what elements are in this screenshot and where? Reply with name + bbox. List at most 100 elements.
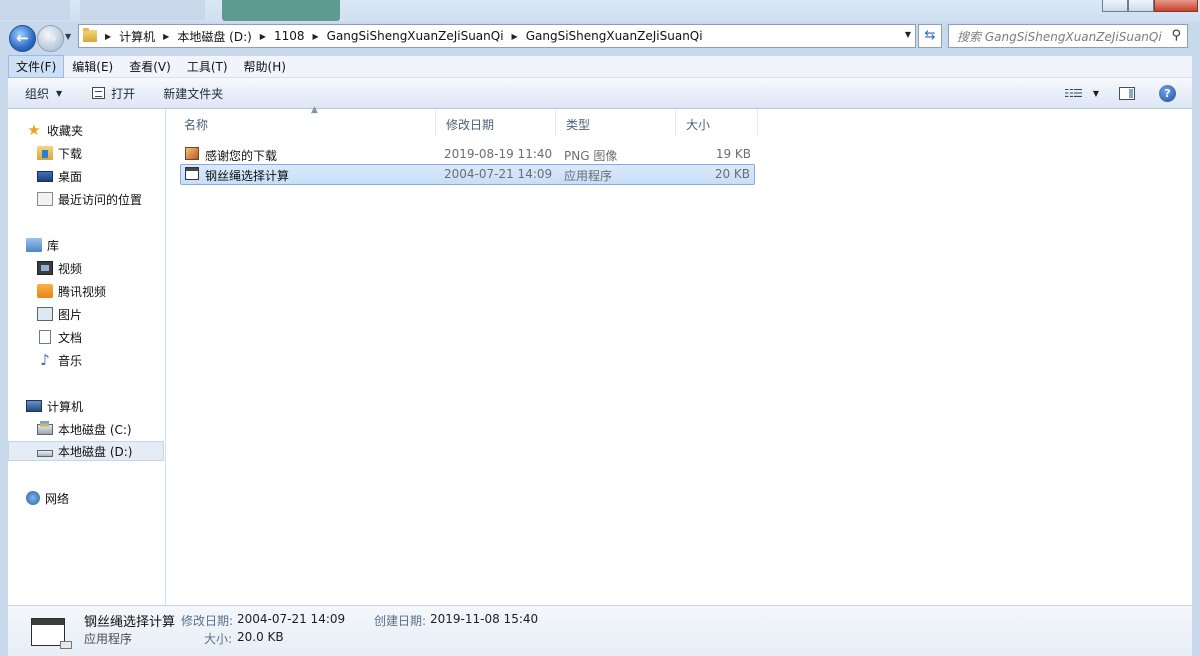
details-file-type: 应用程序	[84, 632, 133, 646]
menu-edit[interactable]: 编辑(E)	[64, 55, 121, 78]
maximize-button[interactable]	[1128, 0, 1154, 12]
sidebar-item-label: 腾讯视频	[58, 284, 107, 299]
star-icon: ★	[27, 121, 41, 139]
sidebar-item-label: 文档	[58, 330, 83, 345]
chevron-down-icon[interactable]: ▼	[1093, 89, 1099, 98]
search-box[interactable]: ⚲	[948, 24, 1188, 48]
sidebar-item-label: 图片	[58, 307, 83, 322]
address-bar-row: ← → ▼ ▶ 计算机 ▶ 本地磁盘 (D:) ▶ 1108 ▶ GangSiS…	[0, 22, 1200, 56]
documents-icon	[39, 330, 51, 344]
sidebar-item-downloads[interactable]: 下载	[8, 143, 164, 163]
details-created-label: 创建日期:	[374, 614, 427, 628]
breadcrumb-computer[interactable]: 计算机	[119, 28, 155, 45]
sidebar-item-drive-d[interactable]: 本地磁盘 (D:)	[8, 441, 164, 461]
details-file-name: 钢丝绳选择计算	[84, 615, 176, 630]
open-label: 打开	[111, 86, 136, 101]
breadcrumb-chevron-icon[interactable]: ▶	[163, 32, 169, 41]
close-button[interactable]	[1154, 0, 1198, 12]
taskbar-tab-active	[222, 0, 340, 21]
sidebar-item-favorites[interactable]: ★ 收藏夹	[8, 120, 164, 140]
sidebar-item-libraries[interactable]: 库	[8, 235, 164, 255]
menu-tools[interactable]: 工具(T)	[179, 55, 236, 78]
breadcrumb-chevron-icon[interactable]: ▶	[512, 32, 518, 41]
sidebar-item-drive-c[interactable]: 本地磁盘 (C:)	[8, 419, 164, 439]
sidebar-item-videos[interactable]: 视频	[8, 258, 164, 278]
breadcrumb-folder-1[interactable]: GangSiShengXuanZeJiSuanQi	[327, 29, 504, 43]
help-icon[interactable]: ?	[1159, 84, 1176, 102]
file-date: 2019-08-19 11:40	[444, 147, 553, 161]
application-icon	[185, 167, 199, 180]
sidebar-item-label: 桌面	[58, 169, 83, 184]
open-button[interactable]: 打开	[84, 82, 143, 104]
window-title-bar	[0, 0, 1200, 22]
chevron-down-icon: ▼	[56, 88, 63, 98]
column-header-name[interactable]: 名称 ▲	[174, 105, 436, 137]
back-button[interactable]: ←	[9, 25, 36, 52]
sidebar-item-label: 库	[47, 238, 60, 253]
search-input[interactable]	[957, 28, 1162, 45]
sidebar-item-network[interactable]: 网络	[8, 488, 164, 508]
column-header-type[interactable]: 类型	[556, 109, 676, 137]
details-size-value: 20.0 KB	[237, 630, 284, 644]
new-folder-button[interactable]: 新建文件夹	[155, 82, 231, 104]
column-header-date[interactable]: 修改日期	[436, 109, 556, 137]
column-header-size[interactable]: 大小	[676, 109, 758, 137]
png-image-icon	[185, 147, 199, 160]
pictures-icon	[37, 307, 53, 321]
file-row-selected[interactable]: 钢丝绳选择计算 2004-07-21 14:09 应用程序 20 KB	[180, 164, 755, 185]
file-name: 感谢您的下载	[205, 149, 278, 163]
file-date: 2004-07-21 14:09	[444, 167, 553, 181]
sidebar-item-label: 视频	[58, 261, 83, 276]
address-bar[interactable]: ▶ 计算机 ▶ 本地磁盘 (D:) ▶ 1108 ▶ GangSiShengXu…	[78, 24, 916, 48]
desktop-icon	[37, 170, 53, 182]
column-header-label: 名称	[184, 118, 209, 132]
menu-view[interactable]: 查看(V)	[121, 55, 179, 78]
breadcrumb-chevron-icon[interactable]: ▶	[260, 32, 266, 41]
file-row[interactable]: 感谢您的下载 2019-08-19 11:40 PNG 图像 19 KB	[180, 144, 755, 165]
recent-pages-dropdown[interactable]: ▼	[65, 32, 71, 41]
menu-bar: 文件(F) 编辑(E) 查看(V) 工具(T) 帮助(H)	[8, 55, 1192, 78]
breadcrumb-1108[interactable]: 1108	[274, 29, 305, 43]
details-size-label: 大小:	[204, 632, 233, 646]
organize-button[interactable]: 组织 ▼	[17, 82, 70, 104]
sidebar-item-label: 音乐	[58, 353, 83, 368]
navigation-pane: ★ 收藏夹 下载 桌面 最近访问的位置 库 视频 腾讯视频 图片 文档 ♪ 音乐…	[8, 109, 166, 605]
breadcrumb-chevron-icon[interactable]: ▶	[313, 32, 319, 41]
sidebar-item-label: 本地磁盘 (C:)	[58, 422, 132, 437]
details-modified-label: 修改日期:	[181, 614, 234, 628]
command-bar: 组织 ▼ 打开 新建文件夹 ☷☰ ▼ ?	[8, 78, 1192, 109]
organize-label: 组织	[25, 86, 50, 101]
sidebar-item-label: 收藏夹	[47, 123, 84, 138]
sidebar-item-computer[interactable]: 计算机	[8, 396, 164, 416]
menu-help[interactable]: 帮助(H)	[236, 55, 294, 78]
sidebar-item-desktop[interactable]: 桌面	[8, 166, 164, 186]
computer-icon	[26, 400, 42, 412]
column-header-label: 修改日期	[446, 118, 495, 132]
column-header-label: 类型	[566, 118, 591, 132]
preview-pane-icon[interactable]	[1119, 86, 1135, 100]
details-modified-value: 2004-07-21 14:09	[237, 612, 346, 626]
file-size: 19 KB	[715, 147, 751, 161]
minimize-button[interactable]	[1102, 0, 1128, 12]
sidebar-item-documents[interactable]: 文档	[8, 327, 164, 347]
breadcrumb-folder-2[interactable]: GangSiShengXuanZeJiSuanQi	[526, 29, 703, 43]
sidebar-item-pictures[interactable]: 图片	[8, 304, 164, 324]
taskbar-tab	[0, 0, 70, 20]
sidebar-item-label: 本地磁盘 (D:)	[58, 444, 133, 459]
library-icon	[26, 238, 42, 252]
breadcrumb-chevron-icon[interactable]: ▶	[105, 32, 111, 41]
forward-button[interactable]: →	[37, 25, 64, 52]
view-options-icon[interactable]: ☷☰	[1064, 87, 1083, 100]
video-icon	[37, 261, 53, 275]
refresh-button[interactable]: ⇆	[918, 24, 942, 48]
search-icon[interactable]: ⚲	[1171, 28, 1181, 43]
address-dropdown-icon[interactable]: ▼	[905, 30, 911, 39]
menu-file[interactable]: 文件(F)	[8, 55, 65, 78]
taskbar-tab	[80, 0, 205, 20]
breadcrumb-drive-d[interactable]: 本地磁盘 (D:)	[177, 28, 251, 45]
sidebar-item-tencent-video[interactable]: 腾讯视频	[8, 281, 164, 301]
sidebar-item-music[interactable]: ♪ 音乐	[8, 350, 164, 370]
details-created-value: 2019-11-08 15:40	[430, 612, 539, 626]
sidebar-item-label: 网络	[45, 491, 70, 506]
sidebar-item-recent-places[interactable]: 最近访问的位置	[8, 189, 164, 209]
